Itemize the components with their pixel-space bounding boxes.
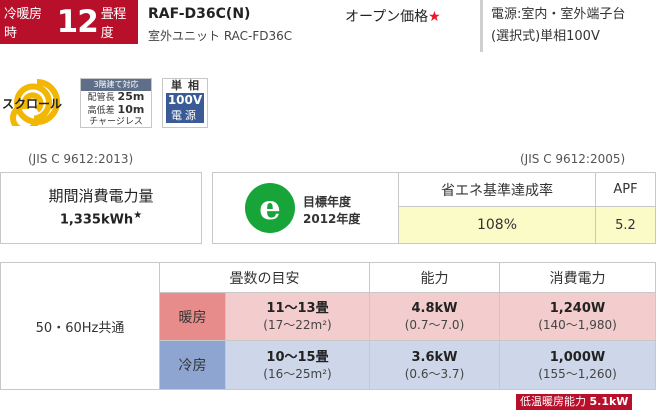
price-label: オープン価格	[345, 9, 429, 25]
heating-capacity-value: 4.8kW	[411, 301, 458, 316]
tatami-suffix: 畳程度	[100, 7, 127, 41]
power-supply-info: 電源:室内・室外端子台 (選択式)単相100V	[480, 0, 656, 52]
heating-consumption-range: (140〜1,980)	[538, 318, 617, 332]
cooling-consumption-range: (155〜1,260)	[538, 366, 617, 381]
heating-tatami-value: 11〜13畳	[266, 301, 329, 316]
cooling-area-range: (16〜25m²)	[263, 366, 332, 381]
scroll-label: スクロール	[2, 97, 62, 111]
scroll-compressor-icon: スクロール	[0, 78, 74, 133]
pipe-length-value: 25m	[117, 90, 145, 103]
low-temp-label: 低温暖房能力	[520, 395, 586, 408]
energy-efficiency-box: e 目標年度 2012年度 省エネ基準達成率 APF 108% 5.2	[212, 172, 656, 244]
pipe-chargeless: チャージレス	[89, 117, 143, 127]
cooling-tatami-value: 10〜15畳	[266, 349, 329, 365]
annual-power-value: 1,335kWh★	[1, 210, 201, 227]
power-line-2: (選択式)単相100V	[491, 29, 600, 44]
power-line-1: 電源:室内・室外端子台	[491, 7, 626, 22]
pipe-height-row: 高低差 10m	[81, 104, 151, 117]
cooling-capacity-value: 3.6kW	[411, 349, 458, 365]
target-year-label: 目標年度	[303, 195, 352, 209]
pipe-length-badge: 3階建て対応 配管長 25m 高低差 10m チャージレス	[80, 78, 152, 128]
energy-logo-letter: e	[259, 188, 281, 228]
mode-cooling: 冷房	[159, 341, 225, 389]
jis-standard-left: (JIS C 9612:2013)	[28, 152, 134, 166]
star-icon: ★	[133, 210, 143, 221]
cooling-capacity: 3.6kW (0.6〜3.7)	[369, 341, 499, 389]
tatami-number: 12	[56, 4, 99, 40]
frequency-label: 50・60Hz共通	[35, 320, 125, 336]
heating-capacity-range: (0.7〜7.0)	[404, 318, 465, 332]
cooling-consumption: 1,000W (155〜1,260)	[499, 341, 655, 389]
star-icon: ★	[428, 9, 441, 25]
cooling-consumption-value: 1,000W	[549, 349, 606, 365]
voltage-label: 100V	[166, 93, 204, 108]
apf-header: APF	[595, 173, 655, 207]
jis-standard-right: (JIS C 9612:2005)	[520, 152, 626, 166]
low-temp-value: 5.1kW	[589, 395, 629, 408]
tatami-badge: 冷暖房時 12 畳程度	[0, 0, 138, 44]
energy-target-logo: e 目標年度 2012年度	[245, 183, 395, 233]
model-name: RAF-D36C(N)	[148, 6, 251, 22]
cooling-tatami: 10〜15畳 (16〜25m²)	[225, 341, 369, 389]
outdoor-unit: 室外ユニット RAC-FD36C	[148, 29, 293, 43]
cooling-capacity-range: (0.6〜3.7)	[404, 366, 465, 381]
phase-label: 単相	[171, 79, 205, 92]
heating-consumption-value: 1,240W	[549, 301, 606, 316]
pipe-length-label: 配管長	[87, 93, 115, 103]
apf-value: 5.2	[595, 207, 655, 243]
header-capacity: 能力	[369, 263, 499, 293]
pipe-height-label: 高低差	[87, 106, 115, 116]
header-tatami: 畳数の目安	[159, 263, 369, 293]
price: オープン価格★	[345, 6, 441, 26]
heating-area-range: (17〜22m²)	[263, 318, 332, 332]
single-phase-badge: 単相 100V 電源	[162, 78, 208, 128]
heating-capacity: 4.8kW (0.7〜7.0)	[369, 293, 499, 341]
annual-power-label: 期間消費電力量	[48, 187, 154, 205]
rate-value: 108%	[398, 207, 595, 243]
annual-power-number: 1,335kWh	[59, 212, 134, 228]
tatami-prefix: 冷暖房時	[4, 7, 42, 41]
header-consumption: 消費電力	[499, 263, 655, 293]
pipe-height-value: 10m	[117, 103, 145, 116]
target-year-value: 2012年度	[303, 212, 361, 226]
low-temp-heating-badge: 低温暖房能力 5.1kW	[516, 394, 633, 410]
rate-header: 省エネ基準達成率	[398, 173, 595, 207]
power-source-label: 電源	[166, 108, 204, 123]
annual-power-box: 期間消費電力量 1,335kWh★	[0, 172, 202, 244]
heating-tatami: 11〜13畳 (17〜22m²)	[225, 293, 369, 341]
capacity-table: 50・60Hz共通 畳数の目安 能力 消費電力 暖房 11〜13畳 (17〜22…	[0, 262, 656, 390]
mode-heating: 暖房	[159, 293, 225, 341]
heating-consumption: 1,240W (140〜1,980)	[499, 293, 655, 341]
